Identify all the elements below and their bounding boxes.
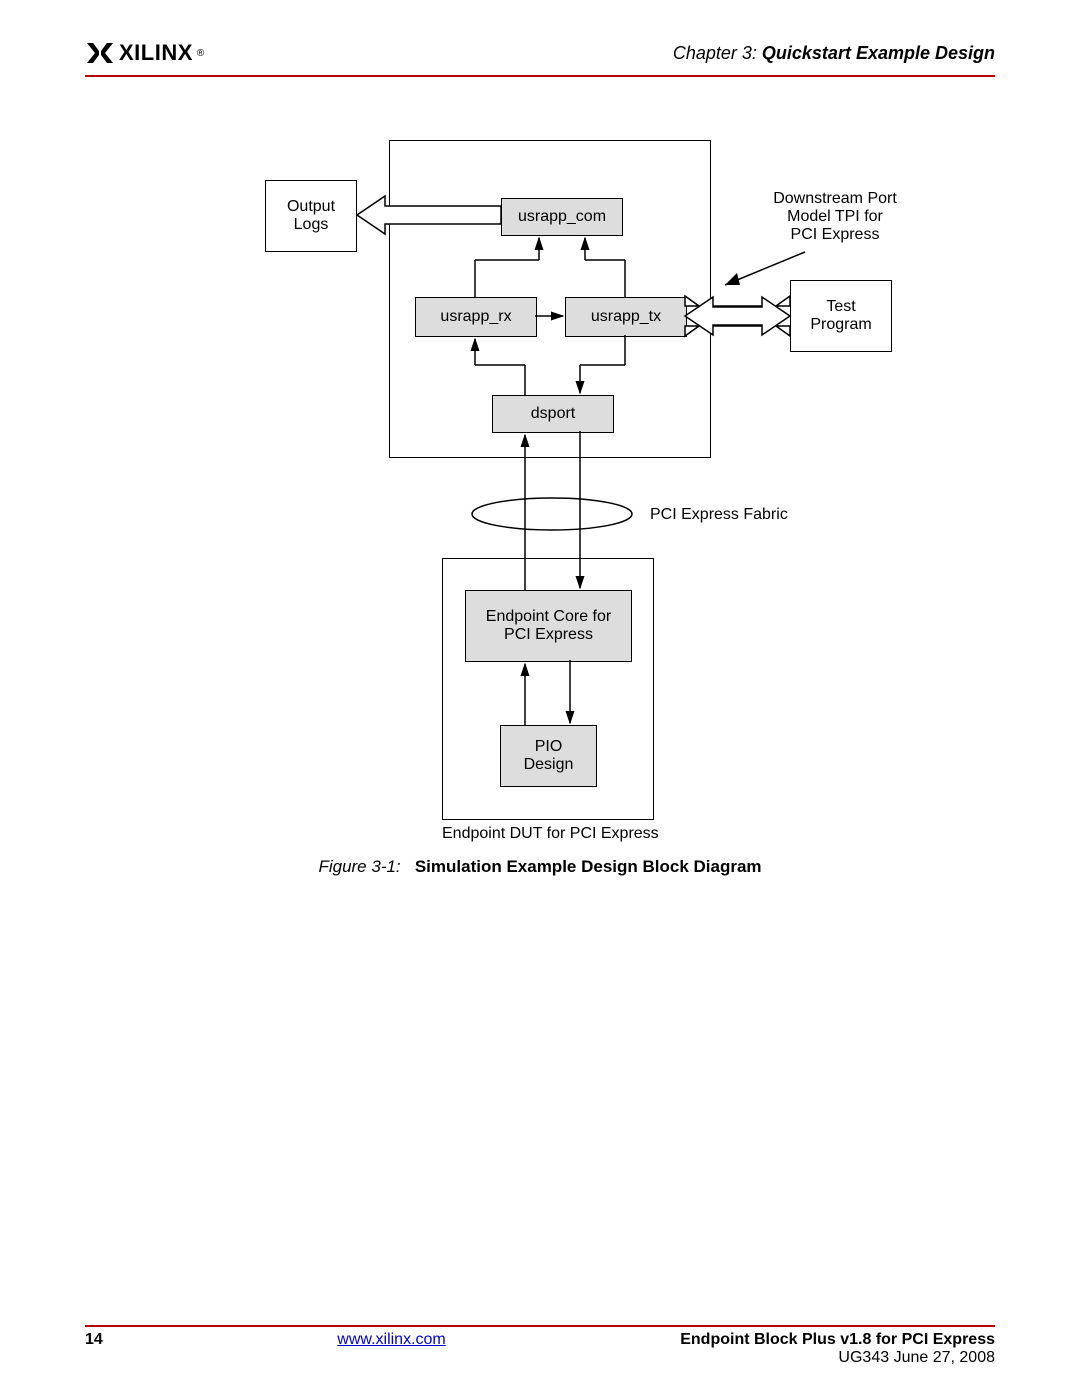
usrapp-tx-box: usrapp_tx [565,297,687,337]
dsport-box: dsport [492,395,614,433]
test-program-box: Test Program [790,280,892,352]
figure-number: Figure 3-1: [318,857,400,876]
figure-caption: Figure 3-1: Simulation Example Design Bl… [0,857,1080,877]
logo-icon [85,41,115,65]
website-link[interactable]: www.xilinx.com [337,1331,445,1367]
doc-info: Endpoint Block Plus v1.8 for PCI Express… [680,1331,995,1367]
usrapp-com-box: usrapp_com [501,198,623,236]
pio-design-box: PIO Design [500,725,597,787]
logo-text: XILINX [119,40,193,66]
doc-title: Endpoint Block Plus v1.8 for PCI Express [680,1331,995,1349]
registered-icon: ® [197,48,204,59]
figure-title: Simulation Example Design Block Diagram [415,857,762,876]
header-rule [85,75,995,77]
page-header: XILINX ® Chapter 3: Quickstart Example D… [85,40,995,66]
downstream-port-label: Downstream Port Model TPI for PCI Expres… [745,190,925,244]
usrapp-rx-box: usrapp_rx [415,297,537,337]
page-number: 14 [85,1331,103,1367]
doc-id: UG343 June 27, 2008 [680,1349,995,1367]
chapter-title: Quickstart Example Design [762,43,995,63]
block-diagram: Output Logs usrapp_com usrapp_rx usrapp_… [85,130,995,890]
xilinx-logo: XILINX ® [85,40,204,66]
chapter-prefix: Chapter 3: [673,43,757,63]
fabric-label: PCI Express Fabric [650,506,788,524]
footer-rule [85,1325,995,1327]
output-logs-box: Output Logs [265,180,357,252]
endpoint-dut-label: Endpoint DUT for PCI Express [442,825,659,843]
chapter-heading: Chapter 3: Quickstart Example Design [673,43,995,64]
endpoint-core-box: Endpoint Core for PCI Express [465,590,632,662]
page-footer: 14 www.xilinx.com Endpoint Block Plus v1… [85,1331,995,1367]
